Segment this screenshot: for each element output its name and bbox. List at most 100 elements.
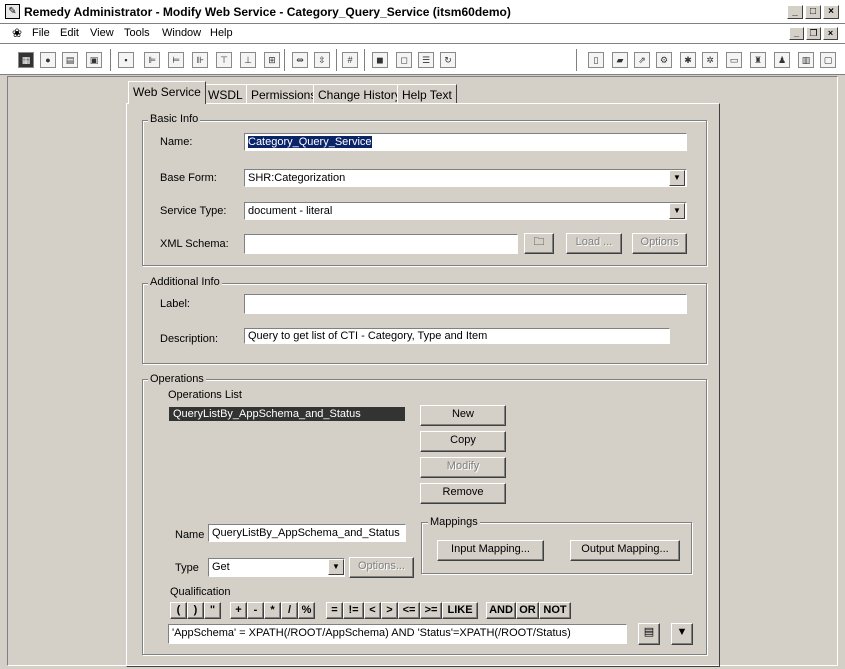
tab-wsdl[interactable]: WSDL bbox=[203, 84, 248, 104]
toolbar-separator bbox=[364, 49, 366, 71]
menu-icon[interactable]: ▭ bbox=[726, 52, 742, 68]
close-button[interactable]: × bbox=[823, 5, 839, 19]
operations-list[interactable]: QueryListBy_AppSchema_and_Status bbox=[169, 407, 406, 517]
refresh-icon[interactable]: ↻ bbox=[440, 52, 456, 68]
qual-minus-button[interactable]: - bbox=[247, 602, 264, 619]
input-mapping-button[interactable]: Input Mapping... bbox=[437, 540, 544, 561]
align-middle-icon[interactable]: ⊞ bbox=[264, 52, 280, 68]
label-field[interactable] bbox=[244, 294, 687, 314]
qual-plus-button[interactable]: + bbox=[230, 602, 247, 619]
service-type-select[interactable]: document - literal bbox=[244, 202, 687, 220]
qual-greater-button[interactable]: > bbox=[381, 602, 398, 619]
qual-equals-button[interactable]: = bbox=[326, 602, 343, 619]
grid-icon[interactable]: # bbox=[342, 52, 358, 68]
name-value: Category_Query_Service bbox=[248, 136, 372, 148]
maximize-button[interactable]: □ bbox=[805, 5, 821, 19]
align-left-icon[interactable]: ⊫ bbox=[144, 52, 160, 68]
server-info-icon[interactable]: ▤ bbox=[62, 52, 78, 68]
qual-less-equal-button[interactable]: <= bbox=[398, 602, 420, 619]
bring-front-icon[interactable]: ◼ bbox=[372, 52, 388, 68]
field-icon[interactable]: ▰ bbox=[612, 52, 628, 68]
tab-help-text[interactable]: Help Text bbox=[397, 84, 457, 104]
align-bottom-icon[interactable]: ⊥ bbox=[240, 52, 256, 68]
qualification-field[interactable]: 'AppSchema' = XPATH(/ROOT/AppSchema) AND… bbox=[168, 624, 627, 644]
menu-help[interactable]: Help bbox=[210, 27, 233, 39]
chevron-down-icon[interactable]: ▼ bbox=[328, 559, 344, 575]
new-operation-button[interactable]: New bbox=[420, 405, 506, 426]
options-button[interactable]: Options bbox=[632, 233, 687, 254]
tab-order-icon[interactable]: ☰ bbox=[418, 52, 434, 68]
save-icon[interactable]: ▪ bbox=[118, 52, 134, 68]
menu-tools[interactable]: Tools bbox=[124, 27, 150, 39]
op-type-select[interactable]: Get bbox=[208, 558, 345, 577]
qual-not-equals-button[interactable]: != bbox=[343, 602, 364, 619]
login-icon[interactable]: ● bbox=[40, 52, 56, 68]
align-center-icon[interactable]: ⊨ bbox=[168, 52, 184, 68]
link-icon[interactable]: ⇗ bbox=[634, 52, 650, 68]
chevron-down-icon[interactable]: ▼ bbox=[669, 203, 685, 219]
new-server-icon[interactable]: ▦ bbox=[18, 52, 34, 68]
tab-change-history[interactable]: Change History bbox=[313, 84, 406, 104]
align-top-icon[interactable]: ⊤ bbox=[216, 52, 232, 68]
type-options-button[interactable]: Options... bbox=[349, 557, 414, 578]
escalation-icon[interactable]: ✲ bbox=[702, 52, 718, 68]
align-right-icon[interactable]: ⊪ bbox=[192, 52, 208, 68]
load-button[interactable]: Load ... bbox=[566, 233, 622, 254]
service-type-value: document - literal bbox=[248, 205, 333, 217]
qual-divide-button[interactable]: / bbox=[281, 602, 298, 619]
group-icon[interactable]: ♜ bbox=[750, 52, 766, 68]
mdi-document-icon[interactable]: ❀ bbox=[12, 26, 22, 40]
qual-like-button[interactable]: LIKE bbox=[442, 602, 478, 619]
menu-window[interactable]: Window bbox=[162, 27, 201, 39]
open-icon[interactable]: ▣ bbox=[86, 52, 102, 68]
qual-open-paren-button[interactable]: ( bbox=[170, 602, 187, 619]
base-form-select[interactable]: SHR:Categorization bbox=[244, 169, 687, 187]
mdi-restore-button[interactable]: ❐ bbox=[806, 27, 821, 40]
chevron-down-icon[interactable]: ▼ bbox=[669, 170, 685, 186]
qual-quote-button[interactable]: " bbox=[204, 602, 221, 619]
xml-schema-label: XML Schema: bbox=[160, 238, 229, 250]
field-list-button[interactable]: ▼ bbox=[671, 623, 693, 645]
menu-view[interactable]: View bbox=[90, 27, 114, 39]
send-back-icon[interactable]: ◻ bbox=[396, 52, 412, 68]
service-type-label: Service Type: bbox=[160, 205, 227, 217]
menu-file[interactable]: File bbox=[32, 27, 50, 39]
op-name-field[interactable]: QueryListBy_AppSchema_and_Status bbox=[208, 524, 406, 542]
qual-modulo-button[interactable]: % bbox=[298, 602, 315, 619]
menu-edit[interactable]: Edit bbox=[60, 27, 79, 39]
qual-or-button[interactable]: OR bbox=[516, 602, 539, 619]
qual-multiply-button[interactable]: * bbox=[264, 602, 281, 619]
modify-operation-button[interactable]: Modify bbox=[420, 457, 506, 478]
active-link-icon[interactable]: ✱ bbox=[680, 52, 696, 68]
qual-greater-equal-button[interactable]: >= bbox=[420, 602, 442, 619]
space-vertical-icon[interactable]: ⇳ bbox=[314, 52, 330, 68]
xml-schema-field[interactable] bbox=[244, 234, 518, 254]
remove-operation-button[interactable]: Remove bbox=[420, 483, 506, 504]
output-mapping-button[interactable]: Output Mapping... bbox=[570, 540, 680, 561]
qual-not-button[interactable]: NOT bbox=[539, 602, 571, 619]
mappings-legend: Mappings bbox=[428, 516, 480, 528]
form-icon[interactable]: ▯ bbox=[588, 52, 604, 68]
expression-editor-button[interactable]: ▤ bbox=[638, 623, 660, 645]
name-field[interactable]: Category_Query_Service bbox=[244, 133, 687, 151]
minimize-button[interactable]: _ bbox=[787, 5, 803, 19]
tab-web-service[interactable]: Web Service bbox=[128, 81, 206, 104]
browse-folder-button[interactable]: 🗀 bbox=[524, 233, 554, 254]
copy-operation-button[interactable]: Copy bbox=[420, 431, 506, 452]
application-icon[interactable]: ▥ bbox=[798, 52, 814, 68]
toolbar-separator bbox=[284, 49, 286, 71]
list-item[interactable]: QueryListBy_AppSchema_and_Status bbox=[169, 407, 405, 421]
web-service-icon[interactable]: ▢ bbox=[820, 52, 836, 68]
tab-permissions[interactable]: Permissions bbox=[246, 84, 322, 104]
users-icon[interactable]: ♟ bbox=[774, 52, 790, 68]
filter-icon[interactable]: ⚙ bbox=[656, 52, 672, 68]
mdi-minimize-button[interactable]: _ bbox=[789, 27, 804, 40]
mdi-close-button[interactable]: × bbox=[823, 27, 838, 40]
tab-label: WSDL bbox=[208, 88, 243, 102]
qual-and-button[interactable]: AND bbox=[486, 602, 516, 619]
space-horizontal-icon[interactable]: ⇹ bbox=[292, 52, 308, 68]
description-field[interactable]: Query to get list of CTI - Category, Typ… bbox=[244, 328, 670, 344]
menu-bar: ❀ File Edit View Tools Window Help bbox=[0, 24, 845, 43]
qual-close-paren-button[interactable]: ) bbox=[187, 602, 204, 619]
qual-less-button[interactable]: < bbox=[364, 602, 381, 619]
